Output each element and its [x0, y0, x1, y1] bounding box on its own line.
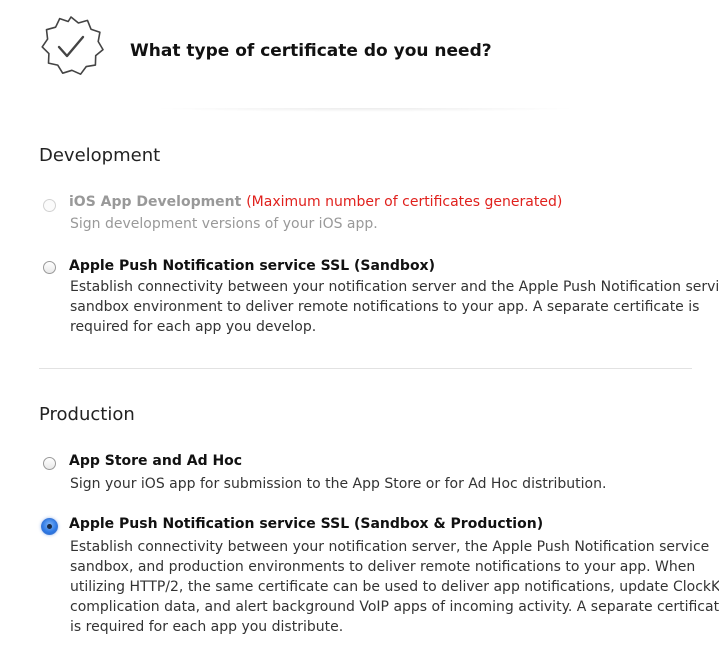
max-certificates-note: (Maximum number of certificates generate…	[246, 194, 563, 210]
option-description: Sign development versions of your iOS ap…	[70, 216, 378, 232]
certificate-seal-icon	[41, 16, 104, 76]
option-title-text: iOS App Development	[69, 194, 242, 210]
option-description: Sign your iOS app for submission to the …	[70, 476, 607, 492]
radio-apns-sandbox-production[interactable]	[41, 518, 58, 535]
option-title[interactable]: App Store and Ad Hoc	[69, 453, 242, 469]
option-title[interactable]: Apple Push Notification service SSL (San…	[69, 516, 543, 532]
radio-app-store-ad-hoc[interactable]	[43, 457, 56, 470]
section-divider	[39, 368, 692, 369]
page-title: What type of certificate do you need?	[130, 41, 492, 61]
option-title[interactable]: Apple Push Notification service SSL (San…	[69, 258, 435, 274]
radio-apns-sandbox[interactable]	[43, 261, 56, 274]
radio-selected-dot	[47, 524, 52, 529]
option-description: Establish connectivity between your noti…	[70, 539, 719, 635]
section-title-development: Development	[39, 145, 161, 166]
page-header: What type of certificate do you need?	[0, 0, 719, 112]
section-title-production: Production	[39, 404, 135, 425]
header-shadow	[150, 108, 580, 112]
option-title: iOS App Development (Maximum number of c…	[69, 194, 562, 210]
radio-ios-app-development	[43, 199, 56, 212]
option-description: Establish connectivity between your noti…	[70, 279, 719, 335]
